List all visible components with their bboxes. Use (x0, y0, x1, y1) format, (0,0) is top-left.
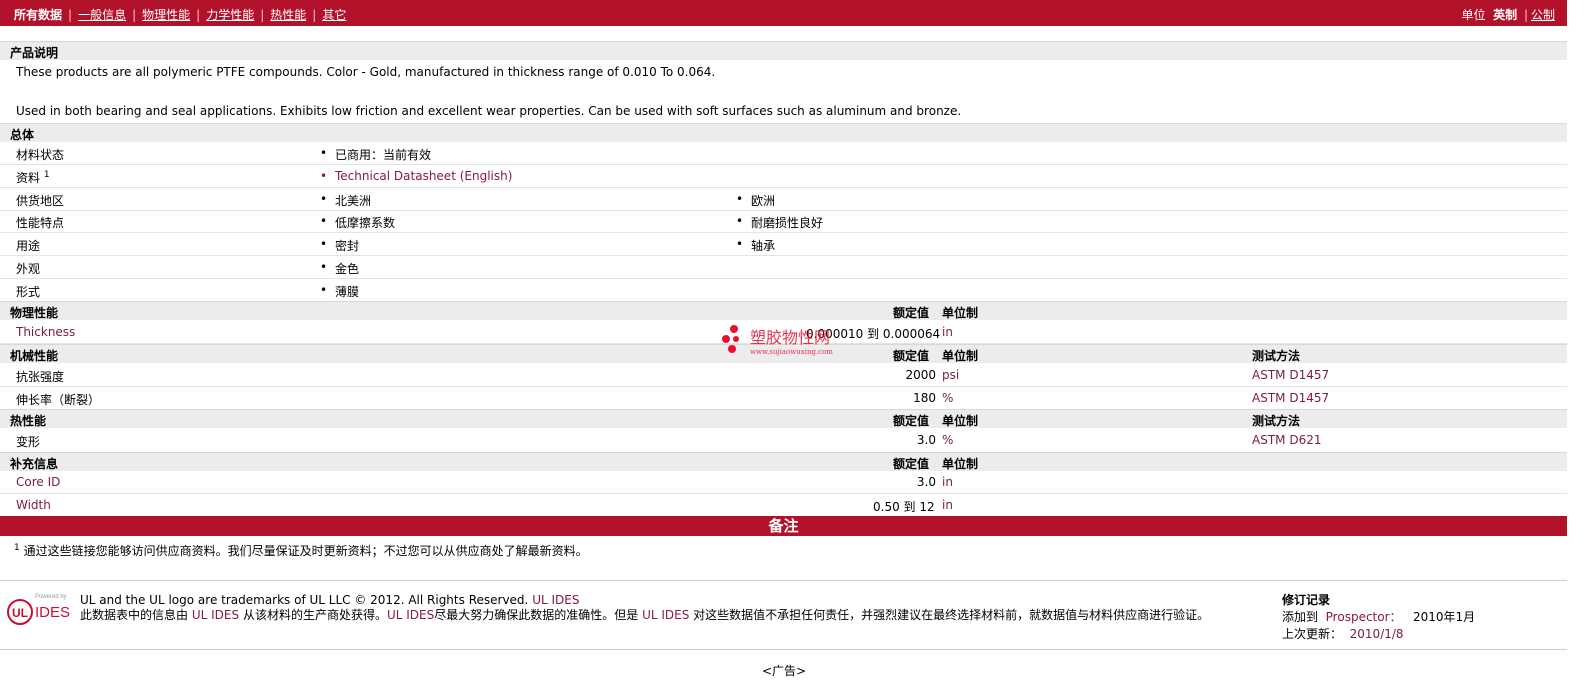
mechanical-row: 抗张强度 2000 psi ASTM D1457 (0, 364, 1567, 387)
general-row: 性能特点 低摩擦系数 耐磨损性良好 (0, 210, 1567, 233)
section-title: 产品说明 (10, 46, 59, 60)
physical-header: 物理性能 额定值 单位制 (0, 301, 1567, 320)
watermark: 塑胶物性网 www.sujiaowuxing.com (722, 325, 852, 362)
watermark-dots-icon: 塑胶物性网 www.sujiaowuxing.com (722, 325, 833, 356)
nav-general-info[interactable]: 一般信息 (78, 6, 126, 23)
revision-added: 添加到 Prospector： 2010年1月 (1282, 610, 1476, 624)
supplement-row: Core ID 3.0 in (0, 471, 1567, 494)
ul-ides-link[interactable]: UL IDES (387, 608, 434, 622)
remarks-note: 1 通过这些链接您能够访问供应商资料。我们尽量保证及时更新资料；不过您可以从供应… (14, 543, 588, 558)
section-title: 物理性能 (10, 306, 59, 320)
category-nav: 所有数据 | 一般信息 | 物理性能 | 力学性能 | 热性能 | 其它 (14, 6, 347, 23)
general-header: 总体 (0, 123, 1567, 142)
product-desc-2: Used in both bearing and seal applicatio… (16, 104, 962, 118)
general-row: 材料状态 已商用：当前有效 (0, 142, 1567, 165)
section-title: 热性能 (10, 414, 47, 428)
revision-heading: 修订记录 (1282, 593, 1331, 607)
technical-datasheet-link[interactable]: Technical Datasheet (English) (320, 169, 512, 183)
units-label: 单位 (1461, 8, 1486, 22)
unit-switch: 单位 英制 | 公制 (1461, 8, 1555, 22)
nav-other[interactable]: 其它 (322, 6, 346, 23)
ul-ides-link[interactable]: UL IDES (532, 593, 579, 607)
remarks-header: 备注 (0, 516, 1567, 536)
nav-mechanical[interactable]: 力学性能 (206, 6, 254, 23)
divider (0, 649, 1567, 650)
top-nav-bar: 所有数据 | 一般信息 | 物理性能 | 力学性能 | 热性能 | 其它 单位 英制 | 公制 (0, 0, 1567, 26)
nav-all-data[interactable]: 所有数据 (14, 6, 62, 23)
ul-ides-logo: UL Powered by IDES (4, 590, 72, 630)
prospector-link[interactable]: Prospector： (1326, 610, 1402, 624)
general-row: 外观 金色 (0, 256, 1567, 279)
general-row: 资料 1 Technical Datasheet (English) (0, 165, 1567, 188)
divider (0, 580, 1567, 581)
ides-text: IDES (35, 604, 70, 621)
general-row: 供货地区 北美洲 欧洲 (0, 188, 1567, 211)
ul-ides-link[interactable]: UL IDES (192, 608, 239, 622)
product-desc-1: These products are all polymeric PTFE co… (16, 65, 716, 79)
disclaimer: 此数据表中的信息由 UL IDES 从该材料的生产商处获得。UL IDES尽最大… (80, 608, 1210, 622)
mechanical-row: 伸长率（断裂） 180 % ASTM D1457 (16, 391, 1330, 407)
ul-mark: UL (12, 606, 28, 620)
ad-label[interactable]: <广告> (762, 662, 806, 679)
trademark-line: UL and the UL logo are trademarks of UL … (80, 593, 580, 607)
general-row: 形式 薄膜 (0, 279, 1567, 301)
thermal-row: 变形 3.0 % ASTM D621 (16, 433, 1322, 449)
watermark-text: 塑胶物性网 (750, 328, 830, 347)
thermal-header: 热性能 额定值 单位制 测试方法 (0, 409, 1567, 428)
product-description-header: 产品说明 (0, 41, 1567, 60)
ul-ides-link[interactable]: UL IDES (642, 608, 689, 622)
watermark-url: www.sujiaowuxing.com (750, 348, 833, 356)
supplement-header: 补充信息 额定值 单位制 (0, 452, 1567, 471)
section-title: 总体 (10, 128, 35, 142)
nav-thermal[interactable]: 热性能 (270, 6, 306, 23)
powered-by: Powered by (35, 594, 67, 600)
section-title: 机械性能 (10, 349, 59, 363)
ul-logo-icon: UL Powered by IDES (7, 594, 70, 625)
nav-physical[interactable]: 物理性能 (142, 6, 190, 23)
general-row: 用途 密封 轴承 (0, 233, 1567, 256)
supplement-row: Width 0.50 到 12 in (16, 498, 953, 514)
revision-updated: 上次更新： 2010/1/8 (1282, 627, 1404, 641)
section-title: 补充信息 (10, 457, 59, 471)
unit-metric[interactable]: 公制 (1531, 8, 1555, 22)
unit-imperial[interactable]: 英制 (1493, 8, 1517, 22)
